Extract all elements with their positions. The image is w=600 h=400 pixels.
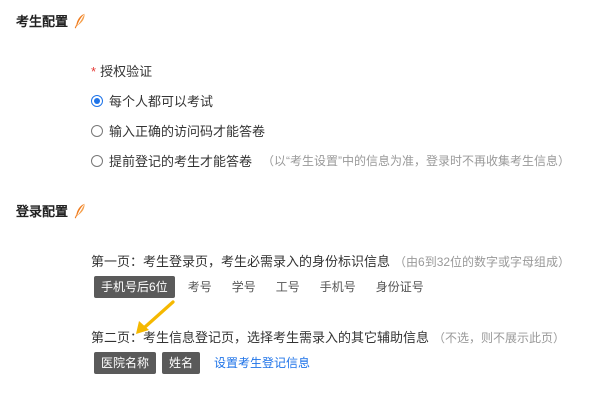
page1-hint: （由6到32位的数字或字母组成） — [394, 255, 571, 269]
login-config-title: 登录配置 — [16, 204, 69, 219]
radio-option-hint: （以“考生设置”中的信息为准，登录时不再收集考生信息） — [262, 154, 571, 168]
tag-hospital-name[interactable]: 医院名称 — [94, 352, 157, 374]
page1-tag-list: 手机号后6位 考号 学号 工号 手机号 身份证号 — [94, 276, 434, 298]
page2-hint: （不选，则不展示此页） — [433, 331, 566, 345]
page2-tag-list: 医院名称 姓名 设置考生登记信息 — [94, 352, 310, 374]
auth-verify-label: * 授权验证 — [91, 61, 152, 80]
tag-employee-no[interactable]: 工号 — [266, 276, 310, 298]
radio-option-label: 输入正确的访问码才能答卷 — [109, 124, 266, 139]
radio-option-registered[interactable]: 提前登记的考生才能答卷 （以“考生设置”中的信息为准，登录时不再收集考生信息） — [91, 151, 570, 170]
radio-option-everyone[interactable]: 每个人都可以考试 — [91, 91, 213, 110]
radio-option-label: 提前登记的考生才能答卷 — [109, 154, 253, 169]
radio-unchecked-icon[interactable] — [91, 154, 103, 167]
exam-config-title: 考生配置 — [16, 14, 69, 29]
arrow-annotation-icon — [136, 300, 175, 334]
tag-name[interactable]: 姓名 — [162, 352, 201, 374]
radio-option-access-code[interactable]: 输入正确的访问码才能答卷 — [91, 121, 265, 140]
feather-icon[interactable] — [74, 13, 86, 29]
exam-config-section-title: 考生配置 — [16, 11, 86, 30]
tag-phone[interactable]: 手机号 — [310, 276, 366, 298]
radio-unchecked-icon[interactable] — [91, 124, 103, 137]
login-config-section-title: 登录配置 — [16, 201, 86, 220]
feather-icon[interactable] — [74, 203, 86, 219]
radio-option-label: 每个人都可以考试 — [109, 94, 214, 109]
tag-student-no[interactable]: 学号 — [222, 276, 266, 298]
tag-phone-last6[interactable]: 手机号后6位 — [94, 276, 175, 298]
required-star: * — [91, 64, 97, 79]
set-registration-link[interactable]: 设置考生登记信息 — [214, 352, 310, 374]
page1-description: 第一页：考生登录页，考生必需录入的身份标识信息 （由6到32位的数字或字母组成） — [91, 251, 570, 270]
page1-text: 第一页：考生登录页，考生必需录入的身份标识信息 — [91, 254, 391, 269]
tag-id-card[interactable]: 身份证号 — [366, 276, 434, 298]
tag-exam-no[interactable]: 考号 — [175, 276, 222, 298]
radio-checked-icon[interactable] — [91, 94, 103, 107]
auth-verify-text: 授权验证 — [100, 64, 153, 79]
